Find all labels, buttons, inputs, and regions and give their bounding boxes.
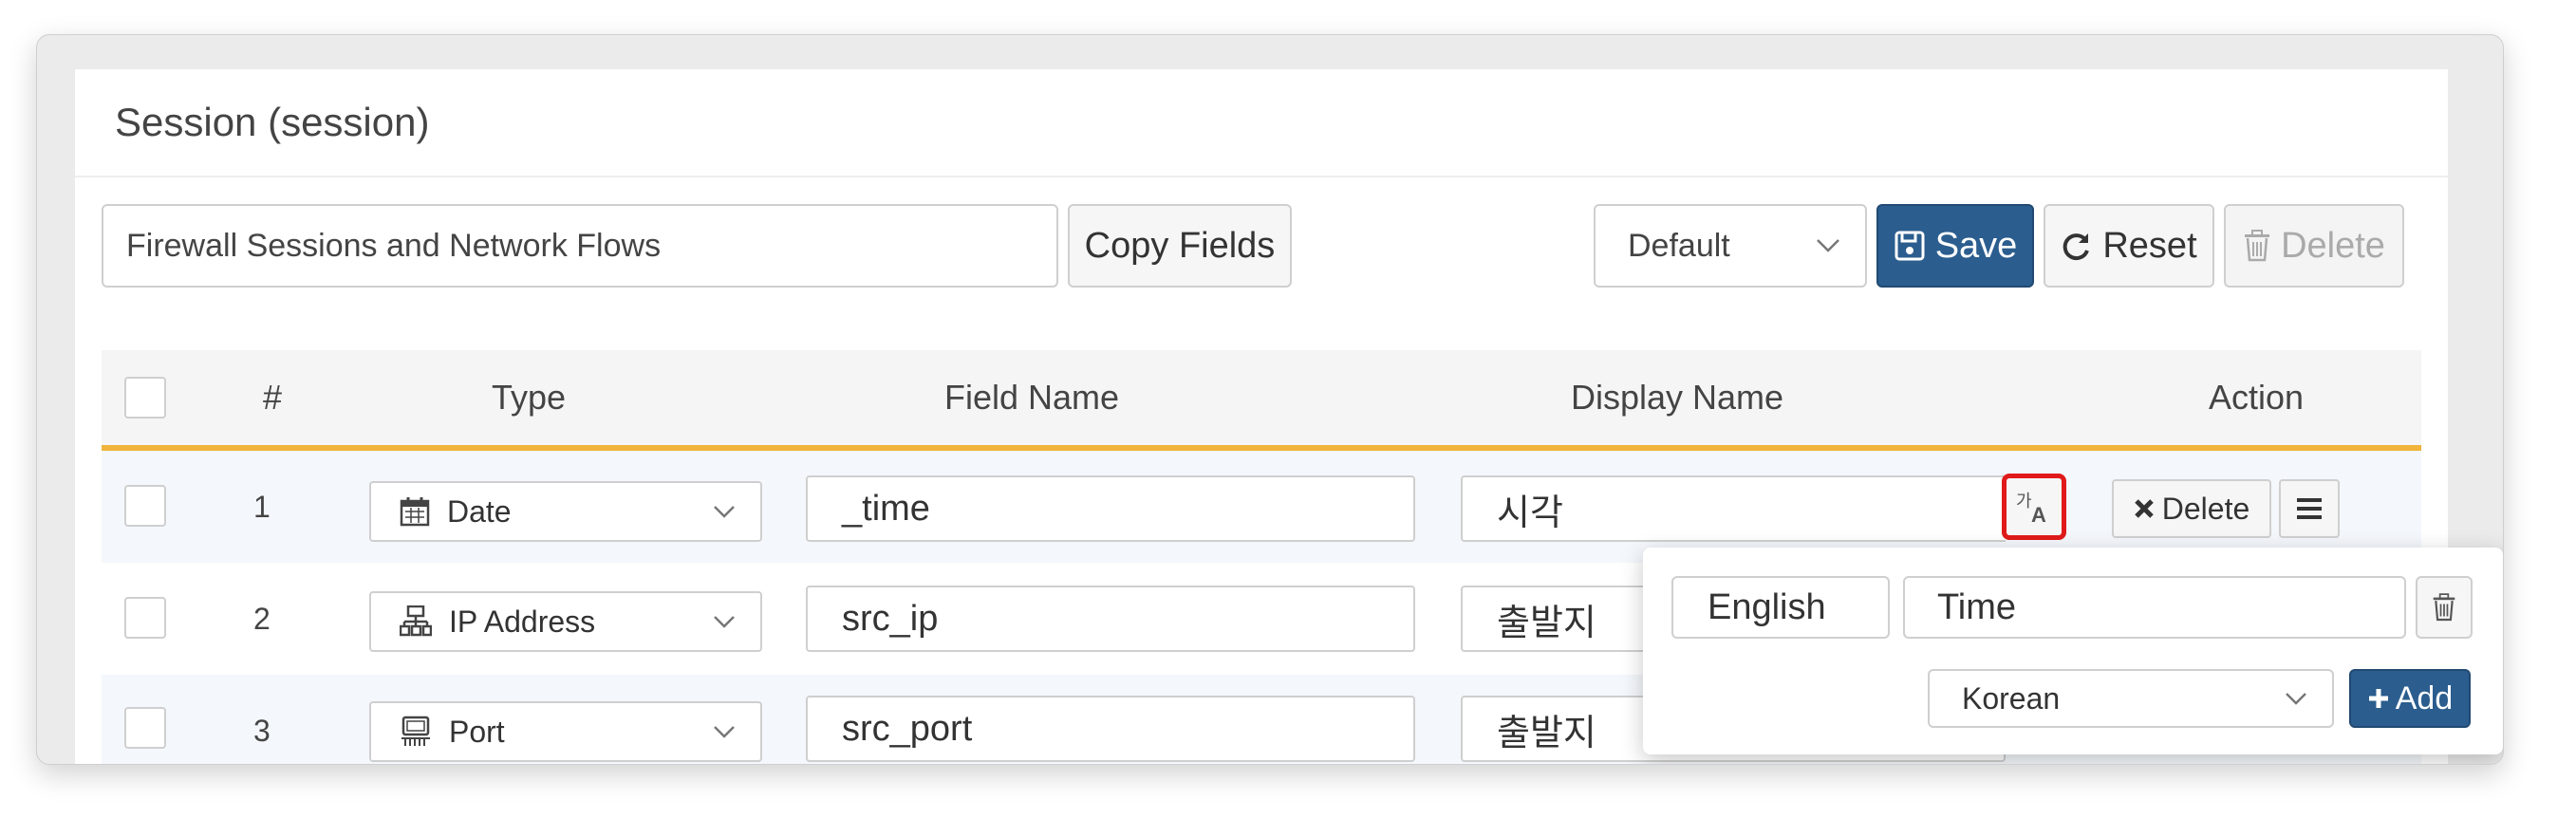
profile-select-value: Default [1628,227,1730,264]
header-field-name: Field Name [943,378,1120,417]
translate-button[interactable]: 가A [2002,474,2066,540]
type-label: Date [447,493,512,529]
chevron-down-icon [713,615,736,628]
save-button[interactable]: Save [1876,204,2034,288]
calendar-icon [400,496,430,527]
table-header: # Type Field Name Display Name Action [102,350,2421,451]
svg-text:A: A [2031,503,2046,526]
profile-select[interactable]: Default [1594,204,1867,288]
reset-icon [2061,230,2093,262]
type-label: IP Address [449,604,596,639]
row-delete-label: Delete [2161,491,2250,526]
row-checkbox[interactable] [124,597,166,639]
plus-icon [2367,687,2390,710]
table-row: 1 Date _time 시각 가A Delete [102,451,2421,563]
translate-icon: 가A [2015,488,2053,526]
translation-input[interactable]: Time [1903,576,2406,639]
hamburger-icon [2295,496,2324,521]
field-name-input[interactable]: src_ip [806,586,1415,652]
chevron-down-icon [713,725,736,738]
type-select[interactable]: Date [369,481,762,542]
translation-popover: English Time Korean Add [1643,548,2503,754]
trash-icon [2432,593,2456,622]
type-label: Port [449,714,505,749]
chevron-down-icon [1816,238,1840,253]
field-name-input[interactable]: _time [806,475,1415,542]
chevron-down-icon [2285,692,2307,705]
panel-header: Session (session) [75,69,2448,177]
add-label: Add [2395,679,2454,716]
delete-label: Delete [2281,225,2385,266]
app-window: Session (session) Firewall Sessions and … [36,34,2504,765]
reset-label: Reset [2102,225,2197,266]
field-name-input[interactable]: src_port [806,696,1415,762]
row-number: 3 [253,713,271,748]
type-select[interactable]: IP Address [369,591,762,652]
header-display-name: Display Name [1570,378,1784,417]
display-name-input[interactable]: 시각 [1461,475,2006,542]
row-number: 1 [253,489,271,524]
copy-fields-button[interactable]: Copy Fields [1068,204,1292,288]
remove-translation-button[interactable] [2416,576,2473,639]
chevron-down-icon [713,505,736,518]
save-label: Save [1934,225,2018,266]
row-delete-button[interactable]: Delete [2112,479,2271,538]
toolbar: Firewall Sessions and Network Flows Copy… [102,204,2421,288]
select-all-checkbox[interactable] [124,377,166,418]
delete-button[interactable]: Delete [2224,204,2404,288]
description-input[interactable]: Firewall Sessions and Network Flows [102,204,1058,288]
copy-fields-label: Copy Fields [1084,225,1276,266]
language-label-field[interactable]: English [1671,576,1890,639]
type-select[interactable]: Port [369,701,762,762]
new-language-select[interactable]: Korean [1928,669,2334,728]
panel-title: Session (session) [115,100,430,144]
header-type: Type [491,378,567,417]
trash-icon [2243,230,2271,262]
close-icon [2134,498,2155,519]
row-checkbox[interactable] [124,707,166,749]
svg-text:가: 가 [2016,492,2032,512]
row-menu-button[interactable] [2279,479,2340,538]
port-icon [400,716,432,748]
add-translation-button[interactable]: Add [2349,669,2471,728]
row-checkbox[interactable] [124,485,166,527]
header-num: # [262,378,283,417]
row-number: 2 [253,601,271,636]
network-icon [400,605,432,638]
header-action: Action [2208,378,2305,417]
new-language-value: Korean [1962,680,2061,716]
reset-button[interactable]: Reset [2044,204,2214,288]
save-icon [1894,230,1926,262]
